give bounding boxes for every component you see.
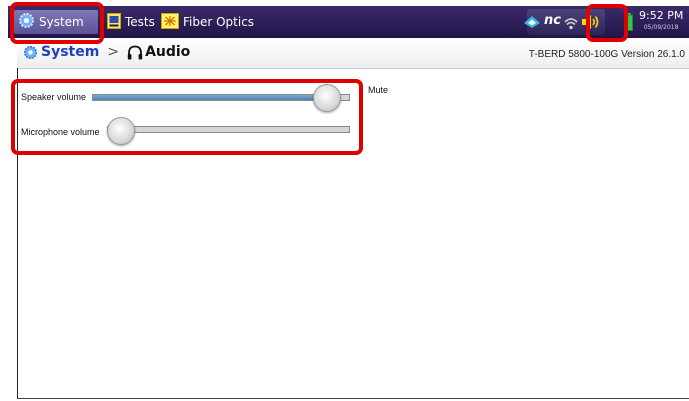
- wifi-icon[interactable]: [564, 15, 578, 34]
- fiber-optics-icon: [161, 12, 179, 32]
- clock: 9:52 PM 05/09/2018: [639, 10, 683, 34]
- content-frame-left: [17, 68, 18, 398]
- page-title: Audio: [145, 44, 191, 60]
- speaker-volume-fill: [93, 95, 339, 100]
- clock-date: 05/09/2018: [643, 24, 679, 31]
- clock-time: 9:52 PM: [639, 9, 684, 22]
- gear-icon: [23, 45, 38, 60]
- breadcrumb: System > Audio: [23, 44, 190, 60]
- taskbar-tab-label: System: [39, 15, 84, 29]
- version-label: T-BERD 5800-100G Version 26.1.0: [528, 49, 685, 60]
- battery-icon: [625, 13, 633, 34]
- microphone-volume-label: Microphone volume: [21, 127, 100, 137]
- nc-icon[interactable]: nc: [544, 13, 561, 28]
- breadcrumb-separator: >: [107, 44, 120, 60]
- speaker-icon[interactable]: [580, 13, 602, 35]
- clock-tray[interactable]: 9:52 PM 05/09/2018: [625, 9, 689, 35]
- speaker-volume-label: Speaker volume: [21, 92, 87, 102]
- content-frame-bottom: [17, 398, 689, 399]
- microphone-volume-thumb[interactable]: [107, 117, 135, 145]
- page-header: System > Audio T-BERD 5800-100G Version …: [17, 38, 689, 69]
- speaker-volume-slider[interactable]: [92, 94, 350, 101]
- network-icon[interactable]: [523, 14, 541, 34]
- taskbar-tab-label: Tests: [125, 15, 155, 29]
- taskbar: System Tests Fiber Optics nc 9:52 PM 05/…: [8, 6, 689, 38]
- tests-icon: [107, 12, 121, 32]
- taskbar-tab-tests[interactable]: Tests: [107, 10, 155, 34]
- nc-label: nc: [544, 13, 561, 28]
- taskbar-tab-system[interactable]: System: [14, 10, 98, 34]
- taskbar-tab-fiber-optics[interactable]: Fiber Optics: [161, 10, 254, 34]
- mute-checkbox[interactable]: Mute: [368, 85, 388, 95]
- status-tray: nc: [524, 9, 605, 35]
- breadcrumb-system-link[interactable]: System: [41, 44, 99, 60]
- microphone-volume-slider[interactable]: [107, 126, 350, 133]
- speaker-volume-thumb[interactable]: [312, 84, 341, 112]
- taskbar-tab-label: Fiber Optics: [183, 15, 255, 29]
- gear-icon: [18, 12, 35, 32]
- headphones-icon: [127, 45, 143, 60]
- highlight-volume-controls: [11, 79, 363, 155]
